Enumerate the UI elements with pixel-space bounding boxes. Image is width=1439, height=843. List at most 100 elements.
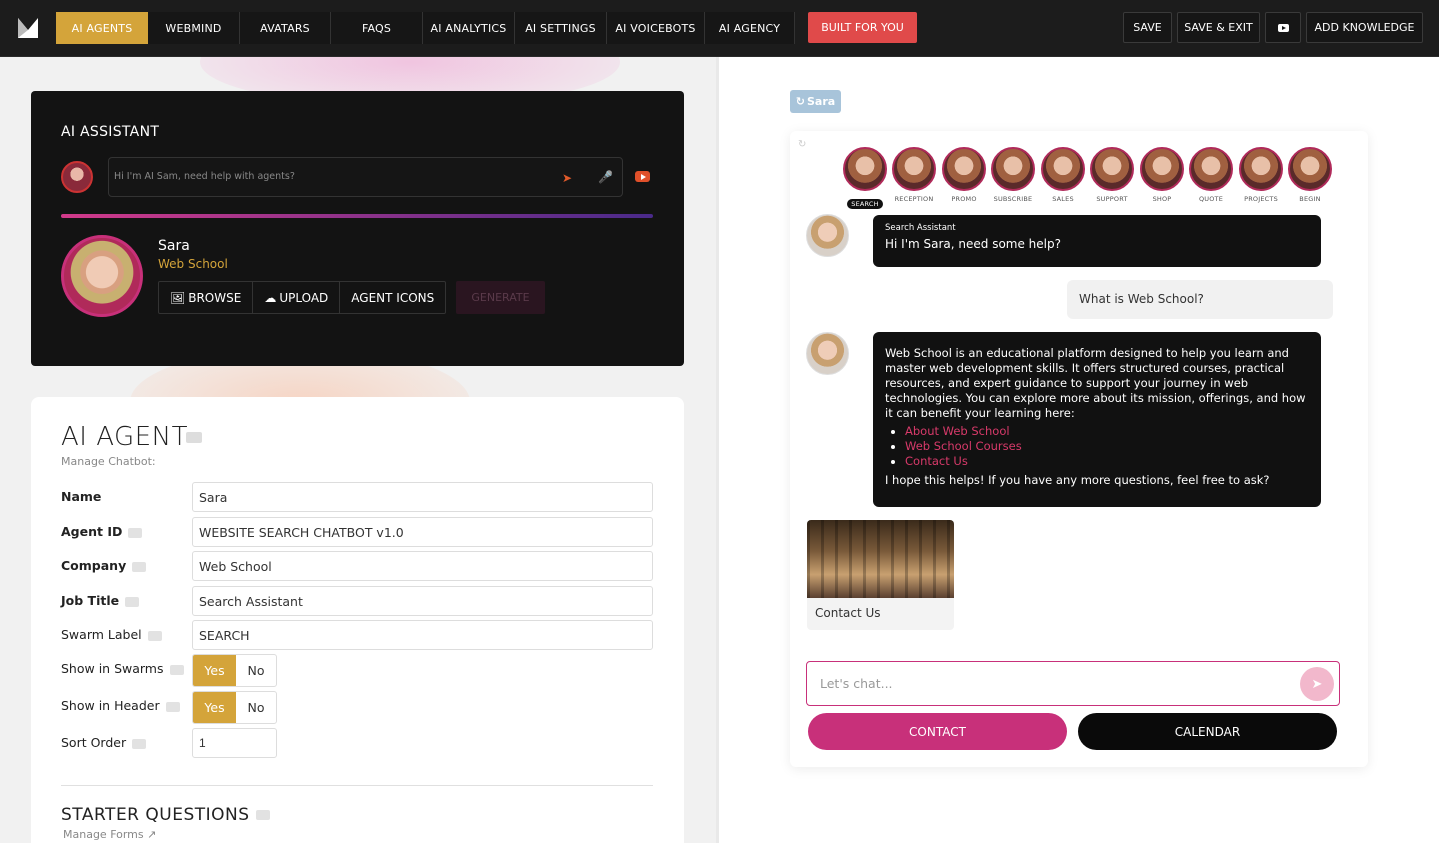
contact-link[interactable]: Contact Us	[905, 454, 968, 468]
app-logo-icon[interactable]	[18, 18, 38, 38]
agent-avatar	[1239, 147, 1283, 191]
swarm-agent-sales[interactable]: SALES	[1038, 147, 1088, 203]
external-link-icon: ↗	[147, 828, 157, 841]
video-help-icon[interactable]	[165, 701, 180, 712]
swarm-label: PROJECTS	[1244, 195, 1278, 203]
swarm-agent-reception[interactable]: RECEPTION	[889, 147, 939, 203]
swarm-label: RECEPTION	[894, 195, 934, 203]
youtube-icon	[1277, 23, 1289, 32]
chat-input[interactable]: Let's chat... ➤	[806, 661, 1340, 706]
built-for-you-button[interactable]: BUILT FOR YOU	[808, 12, 917, 43]
chat-widget: ↻ SEARCH RECEPTION PROMO SUBSCRIBE SALES…	[790, 131, 1368, 767]
swarm-label-label: Swarm Label	[61, 627, 162, 642]
courses-link[interactable]: Web School Courses	[905, 439, 1022, 453]
video-help-icon[interactable]	[169, 664, 184, 675]
refresh-icon: ↻	[795, 95, 805, 108]
bot-text: Hi I'm Sara, need some help?	[885, 237, 1061, 251]
browse-button[interactable]: 🖼 BROWSE	[159, 282, 254, 313]
swarm-agent-support[interactable]: SUPPORT	[1087, 147, 1137, 203]
microphone-icon[interactable]: 🎤	[598, 170, 613, 184]
swarm-agent-shop[interactable]: SHOP	[1137, 147, 1187, 203]
no-option[interactable]: No	[236, 692, 276, 723]
name-field[interactable]	[192, 482, 653, 512]
swarm-label: SHOP	[1152, 195, 1172, 203]
tab-avatars[interactable]: AVATARS	[240, 12, 331, 44]
about-link[interactable]: About Web School	[905, 424, 1010, 438]
swarm-agent-promo[interactable]: PROMO	[939, 147, 989, 203]
tab-ai-voicebots[interactable]: AI VOICEBOTS	[607, 12, 705, 44]
sort-order-label: Sort Order	[61, 735, 147, 750]
tab-faqs[interactable]: FAQS	[331, 12, 423, 44]
send-button[interactable]: ➤	[1300, 667, 1334, 701]
manage-forms-link[interactable]: Manage Forms ↗	[63, 828, 156, 841]
calendar-button[interactable]: CALENDAR	[1078, 713, 1337, 750]
video-tutorial-button[interactable]	[1265, 12, 1301, 43]
refresh-icon[interactable]: ↻	[798, 139, 806, 150]
save-button[interactable]: SAVE	[1123, 12, 1172, 43]
generate-button[interactable]: GENERATE	[456, 281, 545, 314]
cloud-upload-icon: ☁	[264, 290, 277, 305]
video-help-icon[interactable]	[132, 738, 147, 749]
youtube-icon[interactable]	[635, 171, 650, 182]
video-help-icon[interactable]	[125, 596, 140, 607]
no-option[interactable]: No	[236, 655, 276, 686]
video-help-icon[interactable]	[128, 527, 143, 538]
video-help-icon[interactable]	[186, 432, 202, 443]
link-list: About Web School Web School Courses Cont…	[905, 424, 1309, 469]
contact-button[interactable]: CONTACT	[808, 713, 1067, 750]
ai-agent-form-card: AI AGENT Manage Chatbot: Name Agent ID C…	[31, 397, 684, 843]
swarm-label: BEGIN	[1299, 195, 1321, 203]
company-field[interactable]	[192, 551, 653, 581]
show-header-toggle[interactable]: Yes No	[192, 691, 277, 724]
agent-id-field[interactable]	[192, 517, 653, 547]
swarm-label: PROMO	[951, 195, 977, 203]
top-nav-bar: AI AGENTS WEBMIND AVATARS FAQS AI ANALYT…	[0, 0, 1439, 57]
assistant-ask-input[interactable]: Hi I'm AI Sam, need help with agents? ➤ …	[108, 157, 623, 197]
tab-ai-settings[interactable]: AI SETTINGS	[515, 12, 607, 44]
ai-assistant-card: AI ASSISTANT Hi I'm AI Sam, need help wi…	[31, 91, 684, 366]
tab-ai-analytics[interactable]: AI ANALYTICS	[423, 12, 515, 44]
page-title: AI AGENT	[61, 422, 188, 452]
starter-questions-title: STARTER QUESTIONS	[61, 805, 270, 825]
assistant-avatar	[61, 161, 93, 193]
company-label: Company	[61, 558, 147, 573]
show-header-label: Show in Header	[61, 698, 180, 713]
agent-avatar	[61, 235, 143, 317]
add-knowledge-button[interactable]: ADD KNOWLEDGE	[1306, 12, 1423, 43]
sort-order-field[interactable]	[192, 728, 277, 758]
swarm-agent-subscribe[interactable]: SUBSCRIBE	[988, 147, 1038, 203]
image-icon: 🖼	[170, 290, 186, 305]
upload-button[interactable]: ☁ UPLOAD	[253, 282, 341, 313]
swarm-label-field[interactable]	[192, 620, 653, 650]
save-exit-button[interactable]: SAVE & EXIT	[1177, 12, 1260, 43]
browse-label: BROWSE	[188, 290, 242, 305]
swarm-agent-projects[interactable]: PROJECTS	[1236, 147, 1286, 203]
swarm-label: SUPPORT	[1096, 195, 1128, 203]
tab-ai-agents[interactable]: AI AGENTS	[56, 12, 148, 44]
agent-icons-button[interactable]: AGENT ICONS	[340, 282, 445, 313]
agent-avatar	[942, 147, 986, 191]
tab-webmind[interactable]: WEBMIND	[148, 12, 240, 44]
video-help-icon[interactable]	[147, 630, 162, 641]
video-help-icon[interactable]	[132, 561, 147, 572]
bot-footer-text: I hope this helps! If you have any more …	[885, 473, 1270, 487]
divider-gradient	[61, 214, 653, 218]
yes-option[interactable]: Yes	[193, 692, 236, 723]
swarm-agent-quote[interactable]: QUOTE	[1186, 147, 1236, 203]
tab-ai-agency[interactable]: AI AGENCY	[705, 12, 795, 44]
swarm-agent-search[interactable]: SEARCH	[840, 147, 890, 210]
agent-avatar	[1090, 147, 1134, 191]
chat-preview-pane: ↻ Sara ↻ SEARCH RECEPTION PROMO SUBSCRIBE…	[719, 57, 1439, 843]
agent-badge[interactable]: ↻ Sara	[790, 90, 841, 113]
job-title-label: Job Title	[61, 593, 140, 608]
show-swarms-toggle[interactable]: Yes No	[192, 654, 277, 687]
job-title-field[interactable]	[192, 586, 653, 616]
yes-option[interactable]: Yes	[193, 655, 236, 686]
contact-card[interactable]: Contact Us	[807, 520, 954, 630]
video-help-icon[interactable]	[255, 810, 270, 820]
bot-text: Web School is an educational platform de…	[885, 346, 1306, 420]
agent-id-label: Agent ID	[61, 524, 143, 539]
swarm-agent-begin[interactable]: BEGIN	[1285, 147, 1335, 203]
send-icon[interactable]: ➤	[562, 171, 572, 185]
page-subtitle: Manage Chatbot:	[61, 455, 156, 468]
